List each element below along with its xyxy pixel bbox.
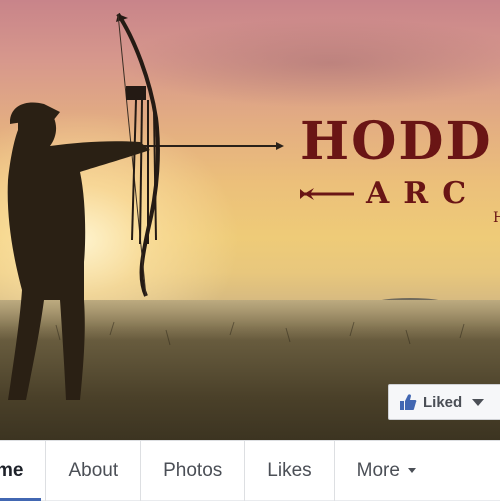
tab-about-label: About	[68, 459, 119, 481]
tab-photos-label: Photos	[163, 459, 223, 481]
cover-photo[interactable]: HODD ARC H Liked	[0, 0, 500, 440]
tab-more[interactable]: More	[335, 441, 438, 501]
tab-home[interactable]: me	[0, 440, 47, 501]
liked-button[interactable]: Liked	[388, 384, 500, 420]
tab-more-label: More	[356, 459, 400, 481]
active-tab-indicator	[0, 497, 42, 501]
page-tab-bar: me About Photos Likes More	[0, 440, 500, 501]
tab-likes[interactable]: Likes	[245, 440, 335, 501]
chevron-down-icon[interactable]	[472, 398, 485, 406]
tab-about[interactable]: About	[46, 440, 142, 501]
brand-small-text: H	[493, 210, 500, 226]
tab-photos[interactable]: Photos	[141, 440, 246, 501]
caret-down-icon	[407, 468, 416, 473]
brand-title: HODD	[300, 111, 493, 172]
arrow-icon	[300, 188, 354, 200]
brand-subtitle-row: ARC	[300, 174, 500, 214]
brand-logo: HODD ARC H	[300, 112, 500, 232]
brand-subtitle: ARC	[366, 176, 481, 211]
thumbs-up-icon	[400, 394, 417, 410]
liked-label: Liked	[423, 393, 463, 411]
tab-home-label: me	[0, 459, 24, 481]
tab-likes-label: Likes	[267, 459, 312, 481]
